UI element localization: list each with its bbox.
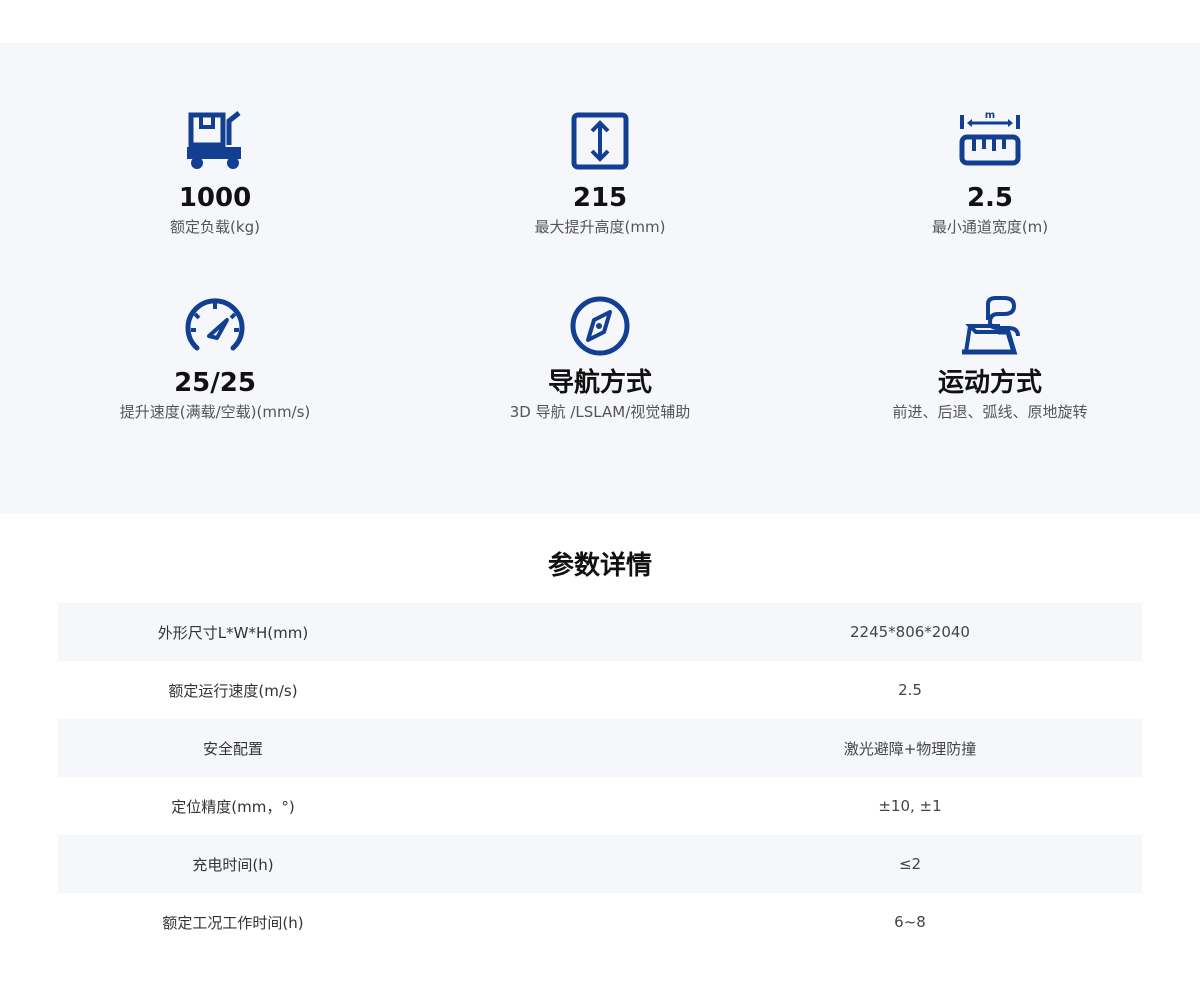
feature-value: 运动方式 (937, 368, 1042, 398)
spec-value: 6~8 (894, 913, 926, 931)
feature-value: 2.5 (966, 183, 1014, 213)
table-row: 额定运行速度(m/s) 2.5 (58, 661, 1142, 719)
feature-label: 提升速度(满载/空载)(mm/s) (119, 403, 311, 421)
spec-key: 外形尺寸L*W*H(mm) (157, 623, 309, 642)
spec-key: 额定工况工作时间(h) (162, 913, 304, 932)
spec-key: 安全配置 (202, 739, 263, 758)
spec-key: 额定运行速度(m/s) (168, 681, 298, 700)
spec-value: ±10, ±1 (878, 797, 942, 815)
spec-value: 2.5 (898, 681, 922, 699)
feature-label: 最大提升高度(mm) (534, 218, 666, 236)
feature-value: 导航方式 (547, 368, 652, 398)
motion-path-icon (958, 294, 1022, 358)
feature-label: 前进、后退、弧线、原地旋转 (892, 403, 1088, 421)
vertical-arrow-icon (568, 109, 632, 173)
feature-rated-load: 1000 额定负载(kg) (35, 109, 395, 237)
feature-value: 215 (572, 183, 628, 213)
spec-key: 定位精度(mm，°) (171, 797, 295, 816)
feature-value: 1000 (178, 183, 252, 213)
feature-label: 额定负载(kg) (170, 218, 260, 236)
ruler-unit-text: m (985, 110, 995, 121)
table-row: 安全配置 激光避障+物理防撞 (58, 719, 1142, 777)
spec-value-cell: 激光避障+物理防撞 (408, 738, 1142, 759)
spec-table: 外形尺寸L*W*H(mm) 2245*806*2040 额定运行速度(m/s) … (58, 603, 1142, 951)
section-title: 参数详情 (547, 551, 652, 581)
spec-value: 激光避障+物理防撞 (843, 739, 977, 758)
speedometer-icon (183, 294, 247, 358)
spec-value-cell: 2245*806*2040 (408, 623, 1142, 641)
feature-motion-mode: 运动方式 前进、后退、弧线、原地旋转 (810, 294, 1170, 422)
feature-label: 最小通道宽度(m) (931, 218, 1049, 236)
feature-navigation: 导航方式 3D 导航 /LSLAM/视觉辅助 (420, 294, 780, 422)
spec-value: 2245*806*2040 (850, 623, 970, 641)
feature-lift-speed: 25/25 提升速度(满载/空载)(mm/s) (35, 294, 395, 422)
feature-value: 25/25 (174, 368, 256, 398)
table-row: 定位精度(mm，°) ±10, ±1 (58, 777, 1142, 835)
feature-panel: 1000 额定负载(kg) 215 最大提升高度(mm) m 2.5 最小通道宽… (0, 43, 1200, 514)
spec-value-cell: 6~8 (408, 913, 1142, 931)
table-row: 外形尺寸L*W*H(mm) 2245*806*2040 (58, 603, 1142, 661)
table-row: 充电时间(h) ≤2 (58, 835, 1142, 893)
spec-key: 充电时间(h) (192, 855, 274, 874)
spec-value: ≤2 (898, 855, 922, 873)
spec-value-cell: 2.5 (408, 681, 1142, 699)
ruler-width-icon: m (958, 109, 1022, 173)
compass-icon (568, 294, 632, 358)
spec-value-cell: ≤2 (408, 855, 1142, 873)
feature-aisle-width: m 2.5 最小通道宽度(m) (810, 109, 1170, 237)
table-row: 额定工况工作时间(h) 6~8 (58, 893, 1142, 951)
agv-truck-icon (183, 109, 247, 173)
feature-label: 3D 导航 /LSLAM/视觉辅助 (509, 403, 691, 421)
spec-value-cell: ±10, ±1 (408, 797, 1142, 815)
feature-lift-height: 215 最大提升高度(mm) (420, 109, 780, 237)
